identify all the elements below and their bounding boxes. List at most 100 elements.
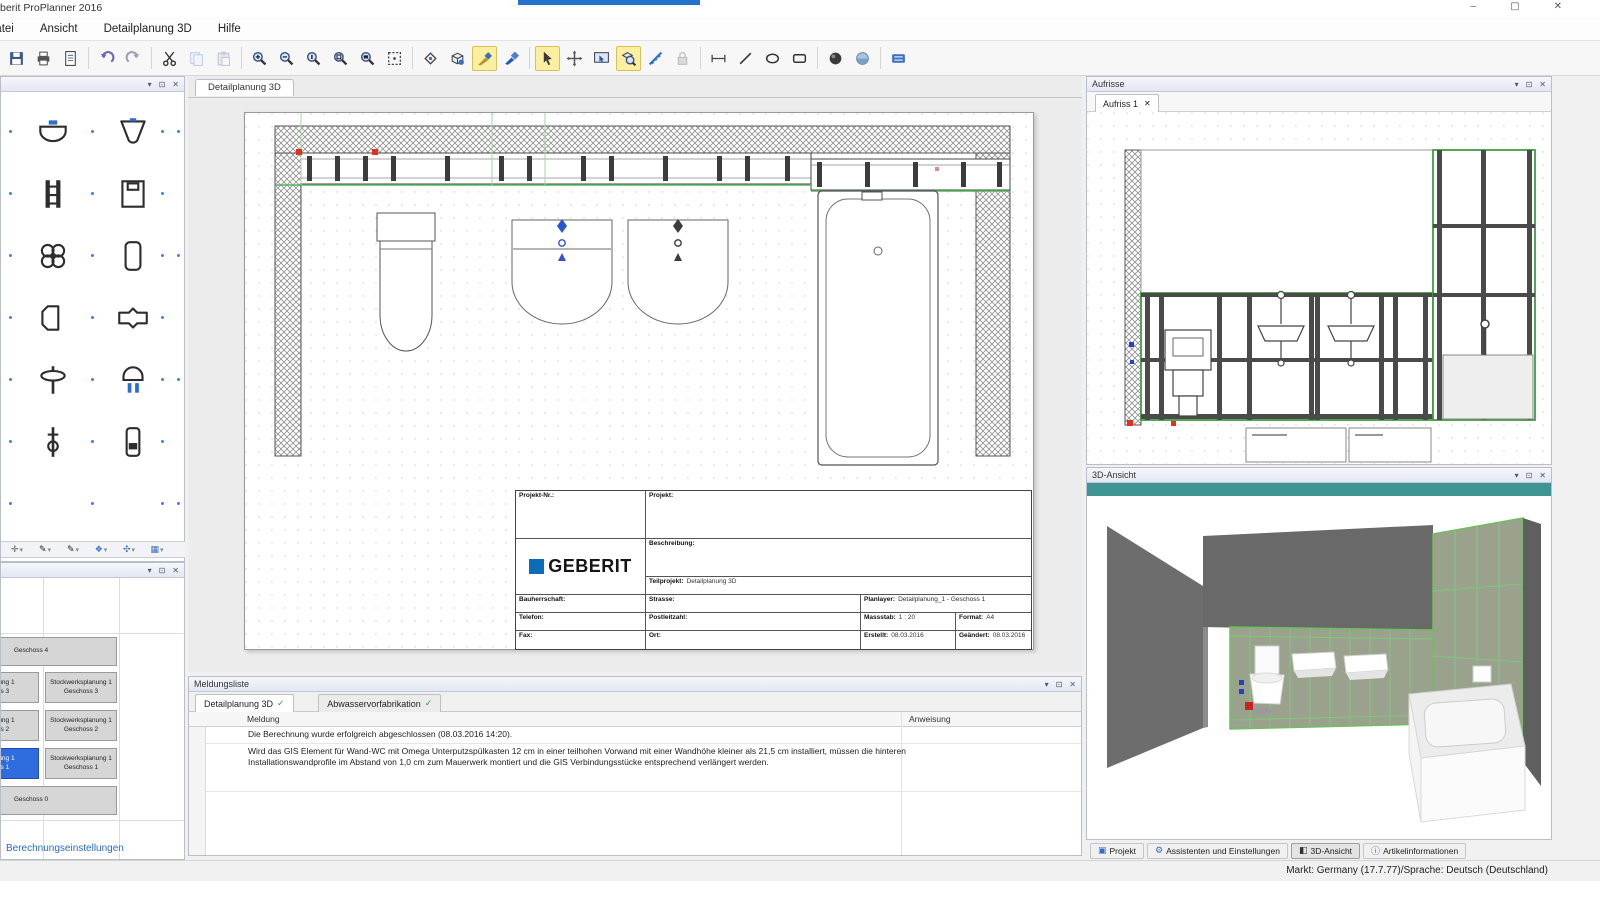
drawing-canvas[interactable]: Projekt-Nr.: Projekt: GEBERIT Beschreibu… [188,98,1082,672]
structure-floor-bar[interactable]: Geschoss 4 [1,637,117,666]
tool-group-button[interactable]: ❖▾ [87,543,115,557]
close-icon[interactable]: ✕ [172,566,179,575]
undo-button[interactable] [94,46,119,71]
structure-plan-block[interactable]: Stockwerksplanung 1Geschoss 2 [45,710,117,741]
close-icon[interactable]: ✕ [1539,80,1546,89]
tab-detailplanung-3d[interactable]: Detailplanung 3D [195,79,294,96]
catalog-item-wandablauf[interactable] [23,292,83,344]
tool-symbols-button[interactable]: ✣▾ [115,543,143,557]
zoom-window-button[interactable] [355,46,380,71]
catalog-item-absperrventil[interactable] [23,354,83,406]
redo-button[interactable] [121,46,146,71]
pin-icon[interactable]: ⊡ [159,80,166,89]
zoom-fit-button[interactable] [328,46,353,71]
catalog-item-installationselement[interactable] [23,168,83,220]
menu-detailplanung-3d[interactable]: Detailplanung 3D [91,20,205,38]
cut-button[interactable] [157,46,182,71]
column-anweisung[interactable]: Anweisung [909,714,951,724]
close-icon[interactable]: ✕ [1539,471,1546,480]
panel-layout-button[interactable] [886,46,911,71]
right-tab-3d-ansicht[interactable]: ◧3D-Ansicht [1291,843,1360,859]
catalog-item-wc[interactable] [103,106,163,158]
structure-plan-block[interactable]: Stockwerksplanung 1Geschoss 1 [45,748,117,779]
structure-floor-bar[interactable]: Geschoss 0 [1,786,117,815]
grid-dot [161,440,164,443]
panel-menu-icon[interactable]: ▾ [148,566,152,575]
panel-menu-icon[interactable]: ▾ [1045,680,1049,689]
right-tab-projekt[interactable]: ▣Projekt [1090,843,1144,859]
structure-plan-block[interactable]: Detailplanung 1Geschoss 3 [1,672,39,703]
close-icon[interactable]: ✕ [1069,680,1076,689]
catalog-item-ventil[interactable] [23,416,83,468]
minimize-button[interactable]: – [1471,1,1477,12]
menu-ansicht[interactable]: Ansicht [27,20,91,38]
tool-grid-button[interactable]: ▦▾ [143,543,171,557]
paste-button[interactable] [211,46,236,71]
close-button[interactable]: ✕ [1554,1,1562,12]
catalog-item-ventilator[interactable] [23,230,83,282]
catalog-item-verbinder[interactable] [103,292,163,344]
panel-menu-icon[interactable]: ▾ [1515,80,1519,89]
close-icon[interactable]: ✕ [172,80,179,89]
paint-visible-button[interactable] [472,46,497,71]
catalog-item-spuelkasten[interactable] [103,168,163,220]
report-button[interactable] [58,46,83,71]
copy-button[interactable] [184,46,209,71]
tool-select-button[interactable]: ✛▾ [3,543,31,557]
draw-rect-button[interactable] [787,46,812,71]
render-light-button[interactable] [850,46,875,71]
paint-all-button[interactable] [499,46,524,71]
catalog-item-armatur[interactable] [103,416,163,468]
draw-line-button[interactable] [733,46,758,71]
close-tab-icon[interactable]: ✕ [1144,99,1151,108]
projekt-icon: ▣ [1098,845,1107,856]
structure-plan-block[interactable]: Detailplanung 1Geschoss 1 [1,748,39,779]
pin-icon[interactable]: ⊡ [1526,80,1533,89]
message-row[interactable]: Die Berechnung wurde erfolgreich abgesch… [206,727,1081,744]
select-button[interactable] [535,46,560,71]
select-screen-button[interactable] [589,46,614,71]
view3d-viewport[interactable] [1087,496,1551,839]
pin-icon[interactable]: ⊡ [1526,471,1533,480]
message-row[interactable]: Wird das GIS Element für Wand-WC mit Ome… [206,744,1081,792]
zoom-in-button[interactable] [247,46,272,71]
menu-hilfe[interactable]: Hilfe [205,20,254,38]
catalog-item-spiegel[interactable] [103,230,163,282]
menu-datei[interactable]: Datei [0,20,27,38]
tool-draw-button[interactable]: ✎▾ [31,543,59,557]
lock-button[interactable] [670,46,695,71]
catalog-item-dusche[interactable] [103,354,163,406]
structure-plan-block[interactable]: Detailplanung 1Geschoss 2 [1,710,39,741]
measure-button[interactable] [643,46,668,71]
zoom-object-button[interactable] [616,46,641,71]
right-tab-assistenten-und-einstellungen[interactable]: ⚙Assistenten und Einstellungen [1147,843,1288,859]
messages-tab-1[interactable]: Detailplanung 3D✓ [195,694,294,712]
pin-icon[interactable]: ⊡ [1056,680,1063,689]
render-dark-button[interactable] [823,46,848,71]
settings-link[interactable]: Berechnungseinstellungen [6,843,124,854]
maximize-button[interactable]: ▢ [1510,1,1519,12]
structure-plan-block[interactable]: Stockwerksplanung 1Geschoss 3 [45,672,117,703]
save-button[interactable] [4,46,29,71]
zoom-out-button[interactable] [274,46,299,71]
tool-annotate-button[interactable]: ✎▾ [59,543,87,557]
panel-menu-icon[interactable]: ▾ [148,80,152,89]
tab-aufriss-1[interactable]: Aufriss 1✕ [1095,94,1159,112]
dimension-button[interactable] [706,46,731,71]
catalog-item-waschtisch[interactable] [23,106,83,158]
right-tab-artikelinformationen[interactable]: ⓘArtikelinformationen [1363,843,1466,859]
zoom-region-button[interactable] [382,46,407,71]
plan-sheet[interactable]: Projekt-Nr.: Projekt: GEBERIT Beschreibu… [244,112,1034,650]
print-button[interactable] [31,46,56,71]
draw-ellipse-button[interactable] [760,46,785,71]
panel-menu-icon[interactable]: ▾ [1515,471,1519,480]
view3d-toolbar[interactable] [1087,483,1551,496]
messages-tab-2[interactable]: Abwasservorfabrikation✓ [318,694,441,712]
pan-button[interactable] [418,46,443,71]
elevation-canvas[interactable] [1087,112,1551,464]
move-button[interactable] [562,46,587,71]
zoom-100-button[interactable] [301,46,326,71]
pin-icon[interactable]: ⊡ [159,566,166,575]
column-meldung[interactable]: Meldung [247,714,280,724]
orbit-button[interactable] [445,46,470,71]
